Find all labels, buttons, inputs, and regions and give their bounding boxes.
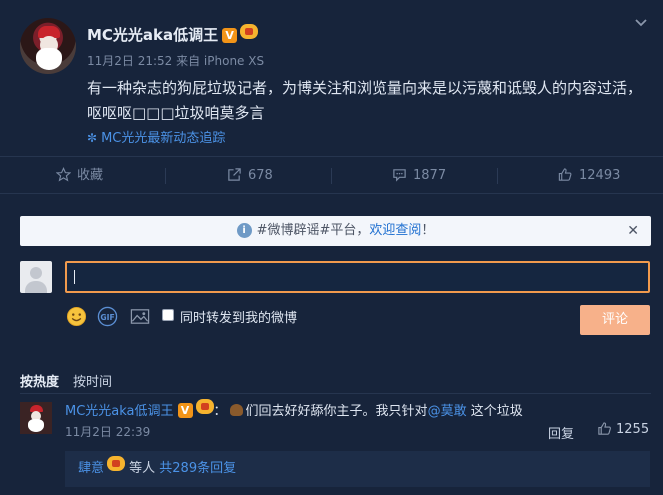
commenter-name[interactable]: MC光光aka低调王	[65, 404, 174, 419]
thumb-up-icon	[598, 422, 611, 435]
gif-icon[interactable]: GIF	[97, 306, 118, 327]
poop-emoji-icon	[229, 404, 243, 416]
comment-like-count: 1255	[616, 422, 650, 437]
weibo-post-card: MC光光aka低调王 V 11月2日 21:52 来自 iPhone XS 有一种…	[0, 0, 663, 495]
comment-icon	[393, 169, 406, 182]
like-button[interactable]: 12493	[557, 157, 620, 195]
sub-replies-link[interactable]: 共289条回复	[159, 461, 236, 476]
image-icon[interactable]	[129, 306, 151, 327]
author-name-row: MC光光aka低调王 V	[87, 24, 259, 45]
tab-sort-hot[interactable]: 按热度	[20, 375, 59, 390]
notice-text-row: i #微博辟谣#平台，欢迎查阅！	[20, 216, 651, 246]
follow-updates-link[interactable]: ✼ MC光光最新动态追踪	[87, 127, 225, 146]
info-icon: i	[236, 223, 252, 238]
share-icon	[228, 168, 241, 181]
repost-checkbox[interactable]	[162, 309, 174, 321]
sub-reply-user[interactable]: 肆意	[78, 461, 104, 476]
comment-text-end: 这个垃圾	[466, 404, 523, 419]
avatar-placeholder-body	[25, 281, 47, 293]
like-count: 12493	[579, 168, 621, 183]
reply-button[interactable]: 回复	[548, 423, 574, 442]
commenter-avatar[interactable]	[20, 402, 52, 434]
favorite-button[interactable]: 收藏	[55, 157, 104, 195]
avatar-beard	[28, 419, 44, 432]
vip-badge-icon	[195, 399, 214, 414]
svg-text:GIF: GIF	[100, 313, 114, 322]
comment-time: 11月2日 22:39	[65, 425, 151, 439]
verified-badge-icon: V	[222, 28, 238, 43]
avatar-beard	[36, 48, 62, 70]
close-icon[interactable]: ✕	[627, 216, 639, 246]
sub-replies-box: 肆意 等人 共289条回复	[65, 451, 650, 487]
comment-like-button[interactable]: 1255	[597, 421, 649, 437]
action-divider	[497, 168, 498, 184]
favorite-label: 收藏	[77, 168, 104, 183]
comment-mention[interactable]: @莫敢	[428, 404, 467, 419]
vip-badge-icon	[240, 24, 259, 39]
follow-updates-label: MC光光最新动态追踪	[101, 131, 226, 146]
submit-comment-button[interactable]: 评论	[580, 305, 650, 335]
comment-button[interactable]: 1877	[392, 157, 446, 195]
post-meta: 11月2日 21:52 来自 iPhone XS	[87, 54, 265, 68]
rumor-notice: i #微博辟谣#平台，欢迎查阅！ ✕	[20, 216, 651, 246]
text-caret	[74, 270, 75, 284]
comment-input[interactable]	[65, 261, 650, 293]
vip-badge-icon	[107, 456, 126, 471]
notice-prefix: #微博辟谣#平台，	[256, 223, 370, 238]
emoji-icon[interactable]	[66, 306, 87, 327]
repost-count: 678	[248, 168, 273, 183]
repost-button[interactable]: 678	[227, 157, 273, 195]
sub-replies-middle: 等人	[125, 461, 160, 476]
flower-icon: ✼	[87, 131, 98, 145]
notice-suffix: ！	[421, 223, 435, 238]
author-name[interactable]: MC光光aka低调王	[87, 26, 218, 44]
current-user-avatar	[20, 261, 52, 293]
star-icon	[55, 167, 72, 182]
notice-link[interactable]: 欢迎查阅	[369, 223, 421, 238]
comment-sort-tabs: 按热度 按时间	[20, 371, 126, 390]
repost-checkbox-label[interactable]: 同时转发到我的微博	[180, 307, 297, 326]
avatar-placeholder-head	[30, 267, 42, 279]
comment-content: MC光光aka低调王 V ： 们回去好好舔你主子。我只针对@莫敢 这个垃圾	[65, 399, 523, 419]
author-avatar[interactable]	[20, 18, 76, 74]
divider	[20, 393, 651, 394]
action-bar: 收藏 678 1877 12493	[0, 156, 663, 194]
verified-badge-icon: V	[177, 403, 193, 418]
chevron-down-icon[interactable]	[634, 16, 648, 30]
action-divider	[165, 168, 166, 184]
post-text: 有一种杂志的狗屁垃圾记者，为博关注和浏览量向来是以污蔑和诋毁人的内容过活，呕呕呕…	[87, 79, 643, 122]
action-divider	[331, 168, 332, 184]
comment-colon: ：	[213, 404, 227, 419]
tab-sort-time[interactable]: 按时间	[73, 375, 112, 390]
sub-replies-row: 肆意 等人 共289条回复	[78, 451, 236, 487]
comment-count: 1877	[413, 168, 447, 183]
comment-text-start: 们回去好好舔你主子。我只针对	[245, 404, 428, 419]
thumb-up-icon	[558, 168, 572, 181]
